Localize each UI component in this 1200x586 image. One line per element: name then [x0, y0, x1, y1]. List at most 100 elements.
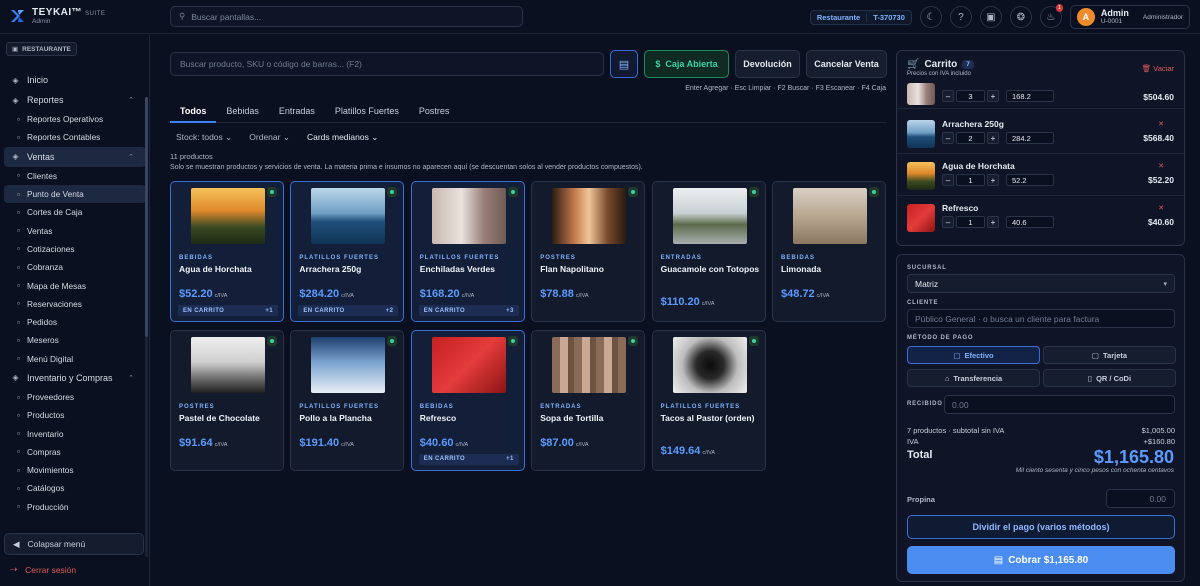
sidebar-item-meseros[interactable]: ▫ Meseros	[4, 331, 146, 349]
sidebar-item-reportes-contables[interactable]: ▫ Reportes Contables	[4, 128, 146, 146]
increase-qty-button[interactable]: +	[987, 90, 999, 102]
theme-toggle-icon[interactable]: ☾	[919, 6, 942, 28]
method-qr-button[interactable]: ▯ QR / CoDi	[1043, 369, 1176, 387]
sidebar-nav: ◈ Inicio ◈ Reportes ⌃ ▫ Reportes Operativos ▫ Re…	[4, 70, 146, 516]
stock-indicator-icon	[267, 335, 277, 346]
unit-price-input[interactable]: 168.2	[1006, 90, 1054, 102]
tab-bebidas[interactable]: Bebidas	[216, 101, 269, 123]
logout-button[interactable]: ⇢ Cerrar sesión	[10, 564, 76, 575]
sidebar-item-pedidos[interactable]: ▫ Pedidos	[4, 313, 146, 331]
tab-platillos-fuertes[interactable]: Platillos Fuertes	[325, 101, 409, 123]
sidebar-item-producción[interactable]: ▫ Producción	[4, 498, 146, 516]
unit-price-input[interactable]: 52.2	[1006, 174, 1054, 186]
sidebar-item-clientes[interactable]: ▫ Clientes	[4, 167, 146, 185]
method-card-button[interactable]: ▢ Tarjeta	[1043, 346, 1176, 364]
qty-input[interactable]: 2	[956, 132, 985, 144]
sidebar-item-reportes-operativos[interactable]: ▫ Reportes Operativos	[4, 110, 146, 128]
product-price: $40.60 c/IVA	[419, 436, 469, 449]
clear-cart-button[interactable]: 🗑 Vaciar	[1142, 64, 1174, 73]
product-card[interactable]: ENTRADAS Sopa de Tortilla $87.00 c/IVA	[531, 329, 646, 471]
sidebar-item-proveedores[interactable]: ▫ Proveedores	[4, 388, 146, 406]
barcode-scan-button[interactable]: ▤	[610, 50, 638, 78]
split-payment-button[interactable]: Dividir el pago (varios métodos)	[907, 515, 1175, 539]
tab-postres[interactable]: Postres	[409, 101, 460, 123]
sidebar-item-reservaciones[interactable]: ▫ Reservaciones	[4, 295, 146, 313]
sidebar-item-compras[interactable]: ▫ Compras	[4, 443, 146, 461]
product-category: PLATILLOS FUERTES	[299, 403, 379, 410]
received-input[interactable]: 0.00	[944, 395, 1175, 414]
notifications-bell-icon[interactable]: ♨ 1	[1039, 4, 1063, 28]
sidebar-item-menú-digital[interactable]: ▫ Menú Digital	[4, 350, 146, 368]
remove-item-icon[interactable]: ✕	[1158, 120, 1164, 128]
sidebar-item-inventario[interactable]: ▫ Inventario	[4, 424, 146, 442]
sidebar-item-movimientos[interactable]: ▫ Movimientos	[4, 461, 146, 479]
sidebar-item-reportes[interactable]: ◈ Reportes ⌃	[4, 90, 146, 110]
branch-select[interactable]: Matriz ▾	[907, 274, 1175, 293]
decrease-qty-button[interactable]: –	[942, 90, 954, 102]
remove-item-icon[interactable]: ✕	[1158, 204, 1164, 212]
unit-price-input[interactable]: 40.6	[1006, 216, 1054, 228]
product-card[interactable]: BEBIDAS Agua de Horchata $52.20 c/IVA EN CAR…	[170, 181, 284, 322]
product-card[interactable]: POSTRES Flan Napolitano $78.88 c/IVA	[531, 181, 646, 322]
brand-logo[interactable]: TEYKAI™ SUITE Admin	[10, 7, 105, 25]
increase-qty-button[interactable]: +	[987, 132, 999, 144]
sidebar-item-cortes-de-caja[interactable]: ▫ Cortes de Caja	[4, 203, 146, 221]
product-name: Refresco	[419, 412, 457, 423]
unit-price-input[interactable]: 284.2	[1006, 132, 1054, 144]
context-pill[interactable]: Restaurante T-370730	[809, 9, 912, 25]
terminal-label: T-370730	[866, 12, 911, 22]
settings-icon[interactable]: ❂	[1009, 6, 1032, 28]
sidebar-scroll-thumb[interactable]	[145, 97, 148, 337]
remove-item-icon[interactable]: ✕	[1158, 162, 1164, 170]
product-card[interactable]: BEBIDAS Limonada $48.72 c/IVA	[772, 181, 886, 322]
sidebar-item-cotizaciones[interactable]: ▫ Cotizaciones	[4, 240, 146, 258]
product-card[interactable]: PLATILLOS FUERTES Enchiladas Verdes $168.2…	[410, 181, 525, 322]
user-menu[interactable]: A Admin U-0001 Administrador	[1069, 5, 1190, 29]
method-transfer-button[interactable]: ⌂ Transferencia	[907, 369, 1040, 387]
open-register-button[interactable]: $ Caja Abierta	[644, 50, 729, 78]
collapse-menu-button[interactable]: ◀ Colapsar menú	[4, 533, 144, 555]
sidebar-item-punto-de-venta[interactable]: ▫ Punto de Venta	[4, 184, 146, 204]
qty-input[interactable]: 1	[956, 216, 985, 228]
product-card[interactable]: PLATILLOS FUERTES Arrachera 250g $284.20 c/…	[290, 181, 405, 322]
card-size-dropdown[interactable]: Cards medianos ⌄	[307, 132, 378, 143]
tab-entradas[interactable]: Entradas	[269, 101, 325, 123]
product-card[interactable]: PLATILLOS FUERTES Pollo a la Plancha $191.…	[290, 329, 405, 471]
sidebar-item-inventario-y-compras[interactable]: ◈ Inventario y Compras ⌃	[4, 368, 146, 388]
decrease-qty-button[interactable]: –	[942, 174, 954, 186]
sidebar-item-ventas[interactable]: ◈ Ventas ⌃	[4, 146, 146, 167]
cancel-sale-button[interactable]: Cancelar Venta	[806, 50, 887, 78]
tip-input[interactable]: 0.00	[1106, 489, 1175, 508]
sidebar-item-ventas[interactable]: ▫ Ventas	[4, 221, 146, 239]
product-image	[431, 188, 506, 244]
product-card[interactable]: POSTRES Pastel de Chocolate $91.64 c/IVA	[170, 329, 284, 471]
increase-qty-button[interactable]: +	[987, 174, 999, 186]
product-card[interactable]: PLATILLOS FUERTES Tacos al Pastor (orden)…	[651, 329, 766, 471]
client-search-input[interactable]: Público General · o busca un cliente par…	[907, 309, 1175, 328]
product-search-input[interactable]: Buscar producto, SKU o código de barras.…	[170, 52, 604, 76]
sidebar-item-inicio[interactable]: ◈ Inicio	[4, 70, 146, 90]
product-image	[672, 336, 747, 393]
sidebar-item-cobranza[interactable]: ▫ Cobranza	[4, 258, 146, 276]
help-icon[interactable]: ?	[949, 6, 972, 28]
restaurant-pill[interactable]: ▣ RESTAURANTE	[6, 42, 77, 56]
increase-qty-button[interactable]: +	[987, 216, 999, 228]
decrease-qty-button[interactable]: –	[942, 216, 954, 228]
tab-todos[interactable]: Todos	[170, 101, 217, 123]
screen-search-input[interactable]: ⚲ Buscar pantallas...	[170, 6, 523, 27]
product-card[interactable]: BEBIDAS Refresco $40.60 c/IVA EN CARRITO +1	[410, 329, 525, 471]
stock-filter-dropdown[interactable]: Stock: todos ⌄	[176, 132, 232, 143]
cash-register-icon[interactable]: ▣	[979, 6, 1002, 28]
return-button[interactable]: Devolución	[735, 50, 800, 78]
method-cash-button[interactable]: ▢ Efectivo	[907, 346, 1040, 364]
qty-input[interactable]: 1	[956, 174, 985, 186]
sort-dropdown[interactable]: Ordenar ⌄	[249, 132, 290, 143]
sidebar-item-productos[interactable]: ▫ Productos	[4, 406, 146, 424]
qty-input[interactable]: 3	[956, 90, 985, 102]
sidebar-item-mapa-de-mesas[interactable]: ▫ Mapa de Mesas	[4, 276, 146, 294]
product-card[interactable]: ENTRADAS Guacamole con Totopos $110.20 c/IV…	[651, 181, 766, 322]
chevron-down-icon: ⌄	[282, 132, 290, 142]
decrease-qty-button[interactable]: –	[942, 132, 954, 144]
charge-button[interactable]: ▤ Cobrar $1,165.80	[907, 546, 1175, 574]
sidebar-item-catálogos[interactable]: ▫ Catálogos	[4, 479, 146, 497]
